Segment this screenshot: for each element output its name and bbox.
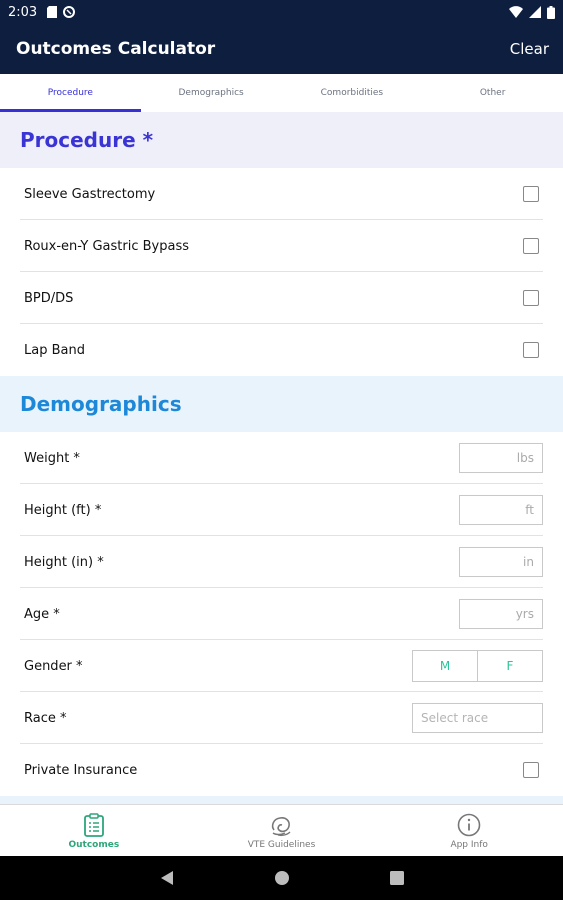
procedure-label: Lap Band: [24, 342, 85, 358]
home-icon[interactable]: [274, 870, 290, 886]
tab-procedure[interactable]: Procedure: [0, 74, 141, 112]
gender-male-button[interactable]: M: [413, 651, 477, 681]
private-insurance-row[interactable]: Private Insurance: [0, 744, 563, 796]
private-insurance-checkbox[interactable]: [523, 762, 539, 778]
weight-input[interactable]: lbs: [459, 443, 543, 473]
procedure-label: Roux-en-Y Gastric Bypass: [24, 238, 190, 254]
weight-row: Weight * lbs: [0, 432, 563, 484]
procedure-lap-band-row[interactable]: Lap Band: [0, 324, 563, 376]
race-label: Race *: [24, 710, 67, 726]
demographics-section-title: Demographics: [0, 376, 563, 432]
sd-card-icon: [47, 6, 58, 18]
section-tabs: Procedure Demographics Comorbidities Oth…: [0, 74, 563, 113]
procedure-label: BPD/DS: [24, 290, 74, 306]
nav-outcomes[interactable]: Outcomes: [0, 805, 188, 857]
procedure-label: Sleeve Gastrectomy: [24, 186, 156, 202]
age-label: Age *: [24, 606, 60, 622]
nav-vte-guidelines[interactable]: VTE Guidelines: [188, 805, 376, 857]
next-section-peek: [0, 796, 563, 804]
gender-label: Gender *: [24, 658, 83, 674]
form-content[interactable]: Procedure * Sleeve Gastrectomy Roux-en-Y…: [0, 112, 563, 804]
system-navigation-bar: [0, 856, 563, 900]
battery-icon: [547, 5, 555, 19]
procedure-section-title: Procedure *: [0, 112, 563, 168]
height-in-input[interactable]: in: [459, 547, 543, 577]
nav-vte-guidelines-label: VTE Guidelines: [247, 839, 316, 850]
nav-outcomes-label: Outcomes: [68, 839, 120, 850]
height-in-row: Height (in) * in: [0, 536, 563, 588]
age-row: Age * yrs: [0, 588, 563, 640]
private-insurance-label: Private Insurance: [24, 762, 138, 778]
wifi-icon: [509, 6, 523, 18]
height-ft-row: Height (ft) * ft: [0, 484, 563, 536]
bpd-ds-checkbox[interactable]: [523, 290, 539, 306]
bottom-navigation: Outcomes VTE Guidelines App Info: [0, 804, 563, 857]
weight-label: Weight *: [24, 450, 80, 466]
height-in-label: Height (in) *: [24, 554, 104, 570]
procedure-sleeve-gastrectomy-row[interactable]: Sleeve Gastrectomy: [0, 168, 563, 220]
age-input[interactable]: yrs: [459, 599, 543, 629]
gender-toggle: M F: [412, 650, 543, 682]
tab-comorbidities[interactable]: Comorbidities: [282, 74, 423, 112]
sync-icon: [63, 6, 76, 18]
nav-app-info-label: App Info: [450, 839, 488, 850]
status-bar: 2:03: [0, 0, 563, 24]
race-select[interactable]: Select race: [412, 703, 543, 733]
app-bar: Outcomes Calculator Clear: [0, 24, 563, 74]
height-ft-label: Height (ft) *: [24, 502, 102, 518]
demographics-list: Weight * lbs Height (ft) * ft Height (in…: [0, 432, 563, 796]
recents-icon[interactable]: [389, 871, 404, 885]
vte-icon: [271, 816, 290, 836]
procedure-roux-en-y-row[interactable]: Roux-en-Y Gastric Bypass: [0, 220, 563, 272]
nav-app-info[interactable]: App Info: [375, 805, 563, 857]
lap-band-checkbox[interactable]: [523, 342, 539, 358]
clipboard-icon: [83, 812, 104, 837]
tab-other[interactable]: Other: [422, 74, 563, 112]
signal-icon: [529, 6, 541, 18]
status-time: 2:03: [8, 4, 38, 20]
procedure-bpd-ds-row[interactable]: BPD/DS: [0, 272, 563, 324]
app-title: Outcomes Calculator: [16, 39, 216, 59]
gender-row: Gender * M F: [0, 640, 563, 692]
tab-demographics[interactable]: Demographics: [141, 74, 282, 112]
info-icon: [457, 813, 481, 836]
clear-button[interactable]: Clear: [510, 40, 549, 58]
gender-female-button[interactable]: F: [477, 651, 542, 681]
race-row: Race * Select race: [0, 692, 563, 744]
roux-en-y-checkbox[interactable]: [523, 238, 539, 254]
back-icon[interactable]: [160, 870, 174, 886]
sleeve-gastrectomy-checkbox[interactable]: [523, 186, 539, 202]
procedure-list: Sleeve Gastrectomy Roux-en-Y Gastric Byp…: [0, 168, 563, 376]
height-ft-input[interactable]: ft: [459, 495, 543, 525]
